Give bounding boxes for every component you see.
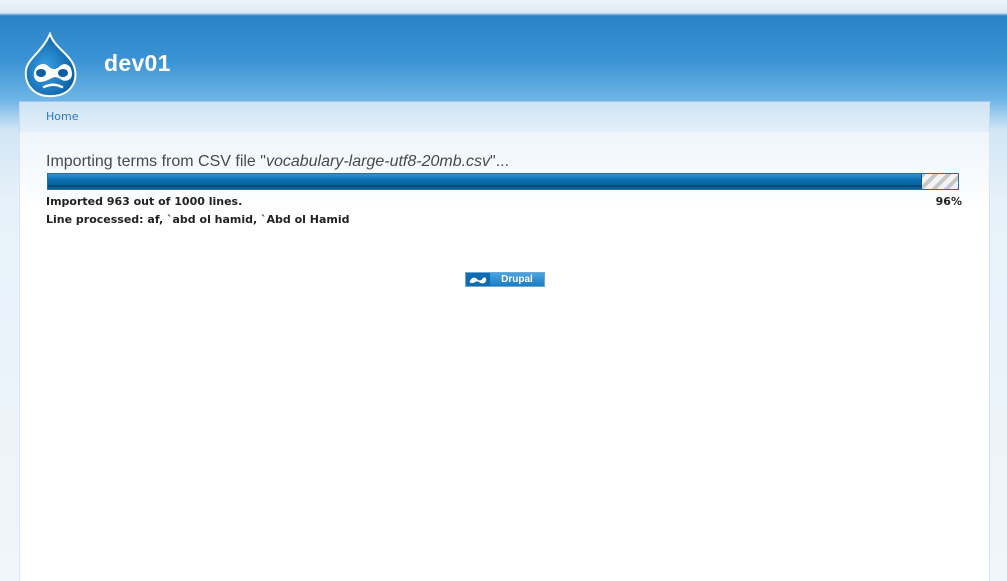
line-processed-text: Line processed: af, `abd ol hamid, `Abd … — [46, 213, 350, 226]
main-content: Importing terms from CSV file "vocabular… — [19, 132, 990, 581]
site-name[interactable]: dev01 — [104, 50, 171, 77]
site-header: dev01 — [0, 14, 1007, 102]
drupal-logo-icon[interactable] — [20, 31, 84, 98]
breadcrumb-home-link[interactable]: Home — [46, 110, 78, 123]
progress-file-name: vocabulary-large-utf8-20mb.csv — [265, 153, 491, 170]
progress-message: Importing terms from CSV file "vocabular… — [46, 153, 509, 171]
drupal-drop-icon — [466, 273, 490, 286]
progress-message-suffix: "... — [490, 153, 510, 170]
progress-status: Imported 963 out of 1000 lines. — [46, 195, 243, 208]
progress-bar-fill — [48, 174, 922, 189]
navigation-bar: Home — [19, 101, 990, 132]
powered-by-label: Drupal — [490, 273, 544, 286]
progress-message-prefix: Importing terms from CSV file " — [46, 153, 266, 170]
progress-percentage: 96% — [935, 195, 962, 208]
progress-bar — [47, 173, 959, 190]
browser-top-strip — [0, 0, 1007, 14]
powered-by-drupal-badge[interactable]: Drupal — [465, 272, 545, 287]
